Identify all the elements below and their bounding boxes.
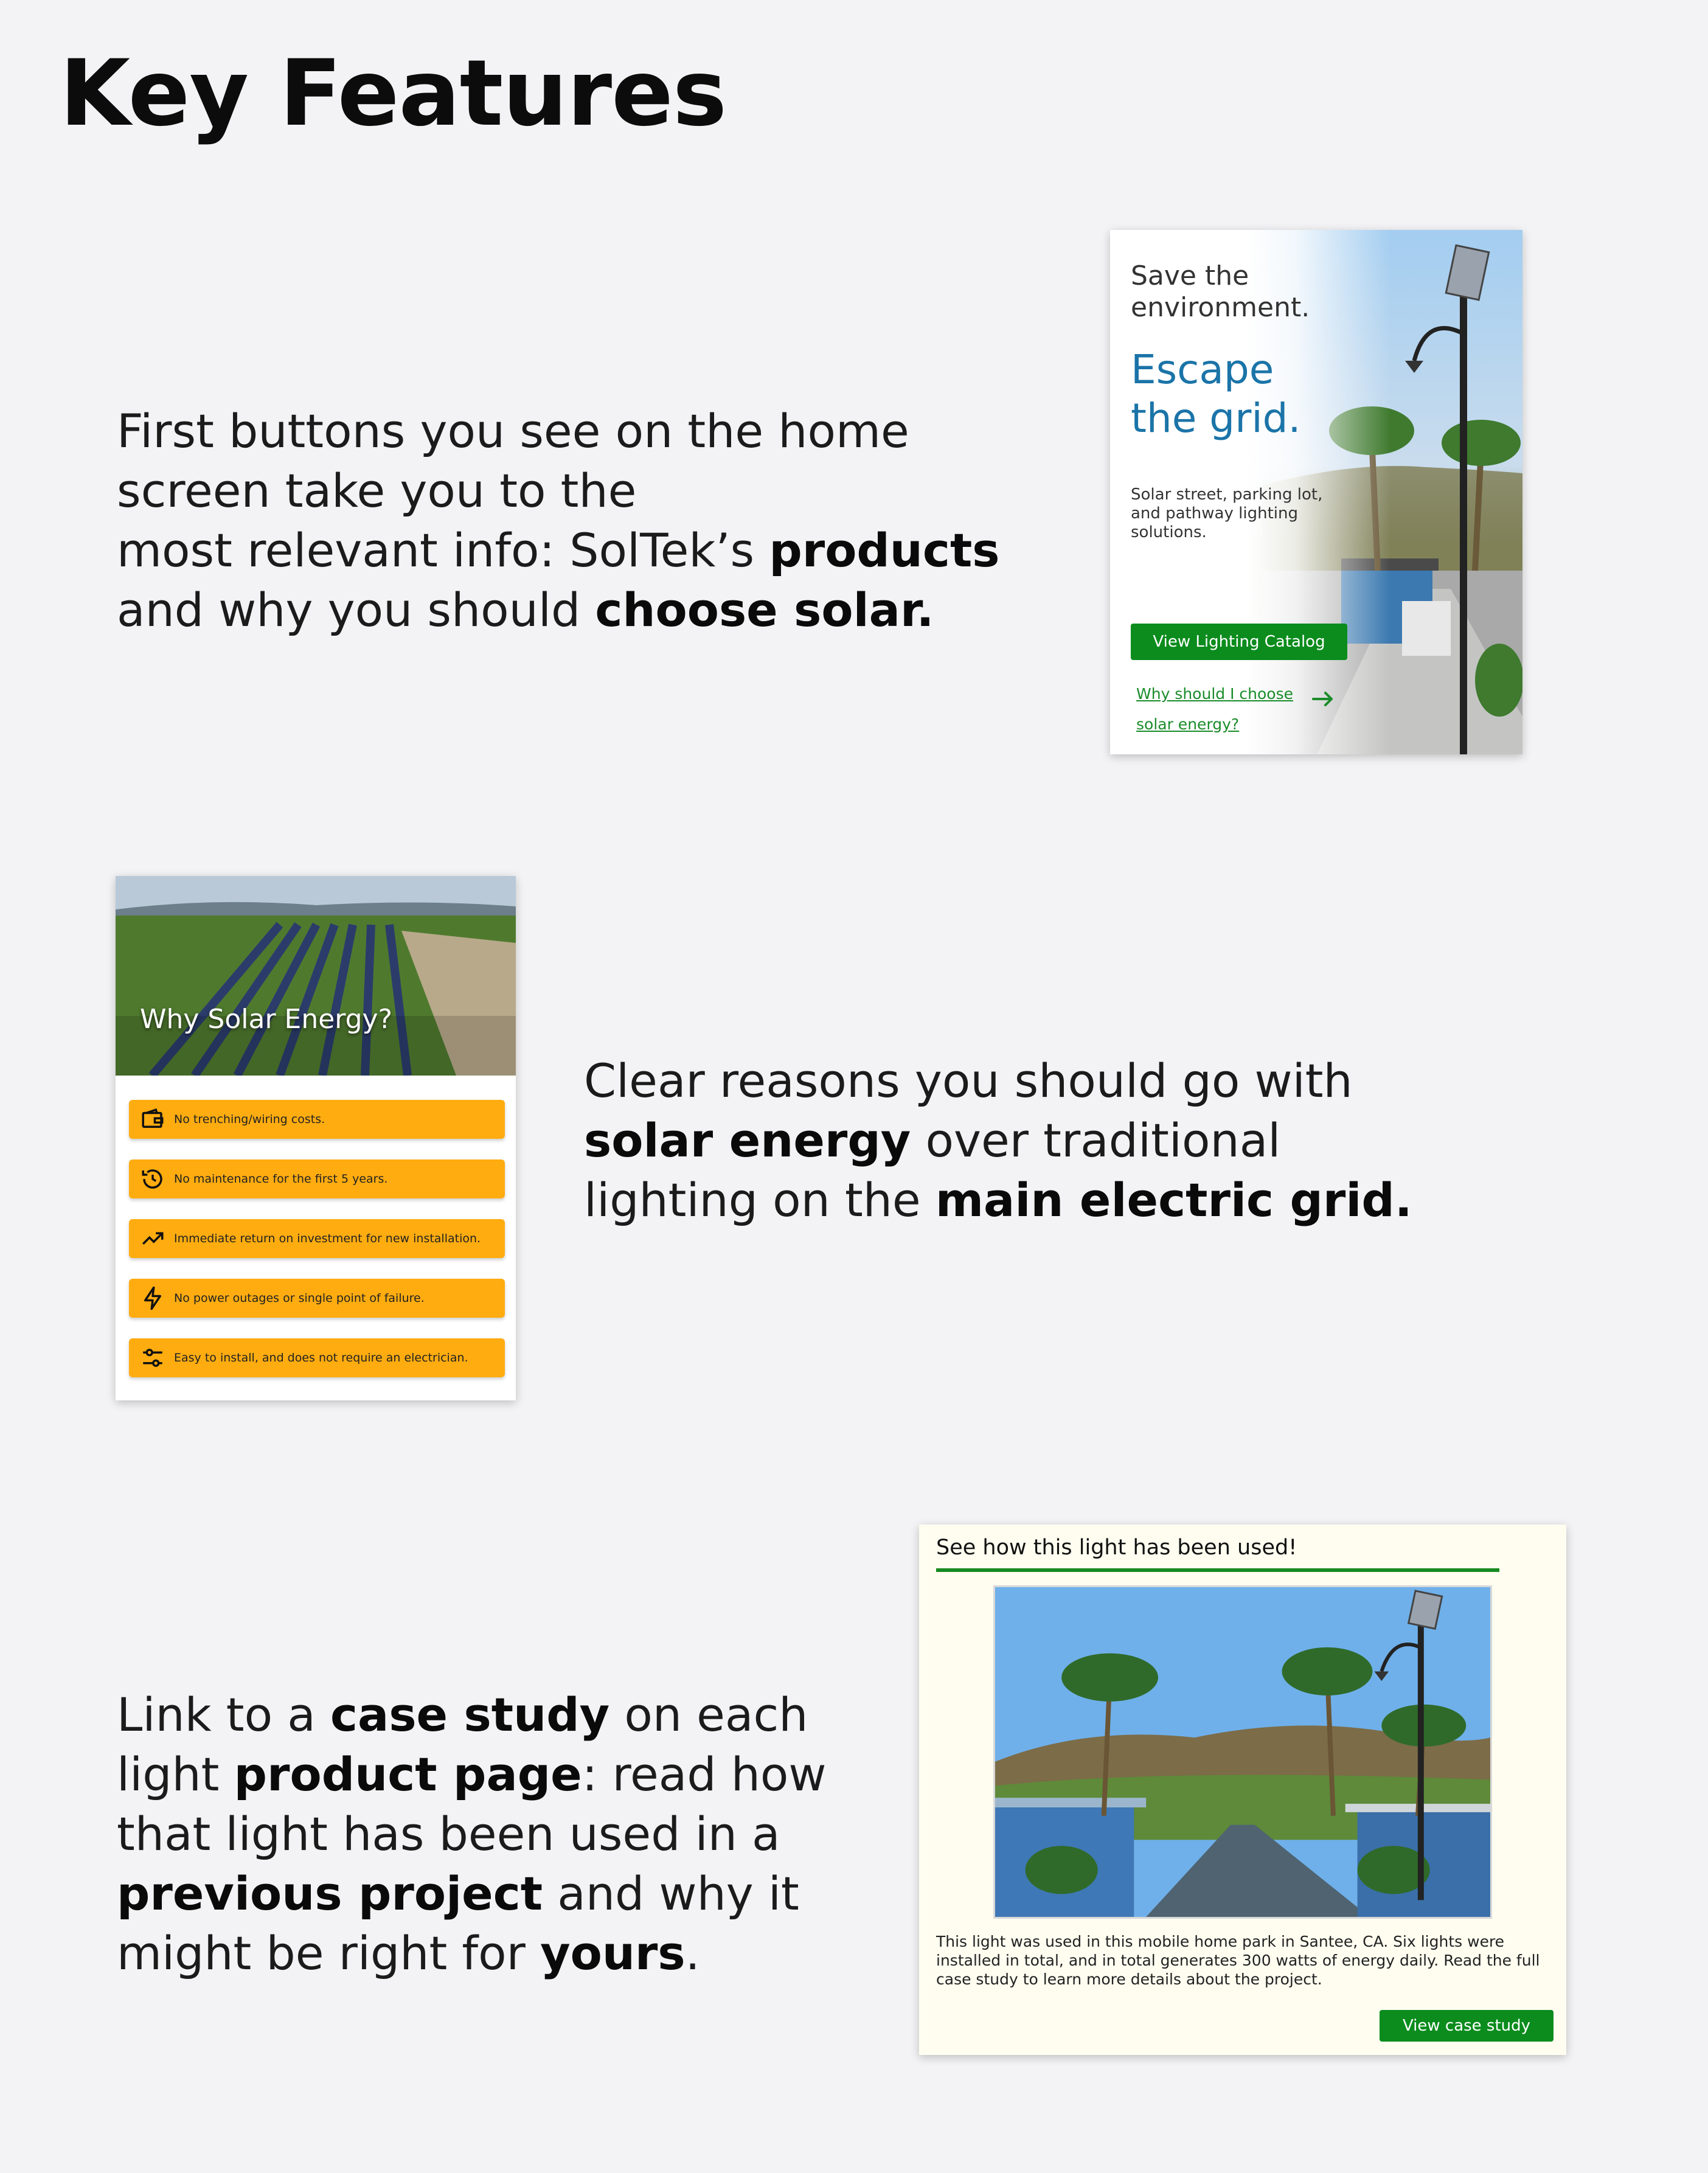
emphasis-yours: yours [540, 1926, 686, 1980]
page-title: Key Features [60, 41, 727, 147]
case-study-title: See how this light has been used! [936, 1535, 1297, 1560]
emphasis-products: products [769, 523, 1000, 577]
intro-line: most relevant info: SolTek’s products [117, 523, 1000, 577]
case-line: Link to a case study on each [117, 1688, 808, 1742]
emphasis-product-page: product page [234, 1747, 582, 1801]
case-line: previous project and why it [117, 1866, 799, 1921]
reason-item: Immediate return on investment for new i… [129, 1219, 505, 1258]
reasons-line: solar energy over traditional [584, 1113, 1281, 1167]
view-lighting-catalog-button[interactable]: View Lighting Catalog [1131, 624, 1347, 660]
emphasis-choose-solar: choose solar. [595, 583, 934, 637]
case-study-description: This light was used in this mobile home … [936, 1933, 1540, 1988]
reason-item: Easy to install, and does not require an… [129, 1338, 505, 1377]
emphasis-main-grid: main electric grid. [935, 1173, 1412, 1227]
view-case-study-button[interactable]: View case study [1380, 2010, 1554, 2042]
why-solar-title: Why Solar Energy? [140, 1004, 392, 1035]
intro-line: screen take you to the [117, 464, 637, 518]
why-solar-card: Why Solar Energy? No trenching/wiring co… [116, 876, 516, 1400]
reasons-description: Clear reasons you should go with solar e… [584, 1051, 1496, 1230]
case-line: light product page: read how [117, 1747, 827, 1801]
solar-farm-image [116, 876, 516, 1076]
case-study-card: See how this light has been used! This l… [919, 1525, 1566, 2055]
wallet-icon [142, 1108, 164, 1128]
reasons-line: Clear reasons you should go with [584, 1054, 1353, 1108]
emphasis-previous-project: previous project [117, 1866, 543, 1921]
trending-up-icon [142, 1232, 164, 1245]
history-clock-icon [142, 1169, 162, 1189]
hero-subtitle: Solar street, parking lot, and pathway l… [1131, 485, 1323, 541]
intro-line: First buttons you see on the home [117, 404, 909, 458]
emphasis-solar-energy: solar energy [584, 1113, 911, 1167]
reason-item: No power outages or single point of fail… [129, 1279, 505, 1318]
reason-text: Easy to install, and does not require an… [174, 1351, 468, 1365]
arrow-right-icon[interactable] [1311, 690, 1335, 708]
reason-text: Immediate return on investment for new i… [174, 1232, 481, 1245]
case-line: might be right for yours. [117, 1926, 700, 1980]
why-choose-solar-link[interactable]: Why should I choose solar energy? [1136, 679, 1319, 740]
hero-card: Save the environment. Escape the grid. Sol… [1110, 230, 1522, 754]
intro-line: and why you should choose solar. [117, 583, 934, 637]
lightning-bolt-icon [144, 1286, 161, 1310]
case-description: Link to a case study on each light produ… [117, 1685, 908, 1983]
reason-item: No trenching/wiring costs. [129, 1100, 505, 1139]
emphasis-case-study: case study [330, 1688, 610, 1742]
sliders-icon [143, 1349, 162, 1367]
reason-text: No maintenance for the first 5 years. [174, 1172, 388, 1186]
mobile-home-park-image [993, 1585, 1492, 1919]
hero-headline: Escape the grid. [1131, 346, 1301, 442]
title-underline [936, 1568, 1499, 1572]
reason-text: No trenching/wiring costs. [174, 1113, 325, 1126]
intro-description: First buttons you see on the home screen… [117, 402, 1066, 640]
reason-item: No maintenance for the first 5 years. [129, 1160, 505, 1198]
hero-tagline: Save the environment. [1131, 260, 1310, 323]
reason-text: No power outages or single point of fail… [174, 1292, 425, 1305]
reasons-line: lighting on the main electric grid. [584, 1173, 1412, 1227]
case-line: that light has been used in a [117, 1807, 780, 1861]
